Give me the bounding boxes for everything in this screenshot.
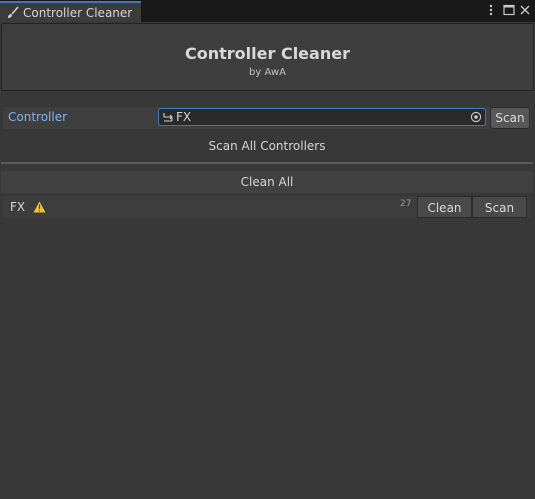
close-icon[interactable] [518,3,532,17]
window-tab-bar: Controller Cleaner [0,0,535,22]
clean-button[interactable]: Clean [417,196,472,218]
divider [1,162,533,164]
controller-cleaner-panel: Controller Cleaner by AwA Controller FX … [0,22,535,499]
result-count: 27 [400,199,412,209]
page-subtitle: by AwA [249,67,286,78]
controller-object-field[interactable]: FX [158,108,486,126]
controller-field-row: Controller FX Scan [3,107,531,129]
warning-icon [33,201,46,213]
controller-field-value: FX [176,110,192,124]
page-title: Controller Cleaner [185,44,350,63]
animator-controller-icon [163,113,173,122]
maximize-icon[interactable] [502,3,516,17]
object-picker-icon[interactable] [470,111,482,123]
controller-label: Controller [8,110,68,124]
window-tab[interactable]: Controller Cleaner [0,1,141,22]
scan-button[interactable]: Scan [472,196,527,218]
scan-controller-button[interactable]: Scan [490,107,530,129]
result-name: FX [10,200,26,214]
window-tab-title: Controller Cleaner [23,5,133,20]
brush-icon [8,5,19,18]
scan-all-controllers-button[interactable]: Scan All Controllers [1,135,533,157]
header-box: Controller Cleaner by AwA [1,23,534,91]
result-row: FX 27 Clean Scan [3,196,531,218]
clean-all-button[interactable]: Clean All [1,171,533,193]
kebab-menu-icon[interactable] [484,3,498,17]
